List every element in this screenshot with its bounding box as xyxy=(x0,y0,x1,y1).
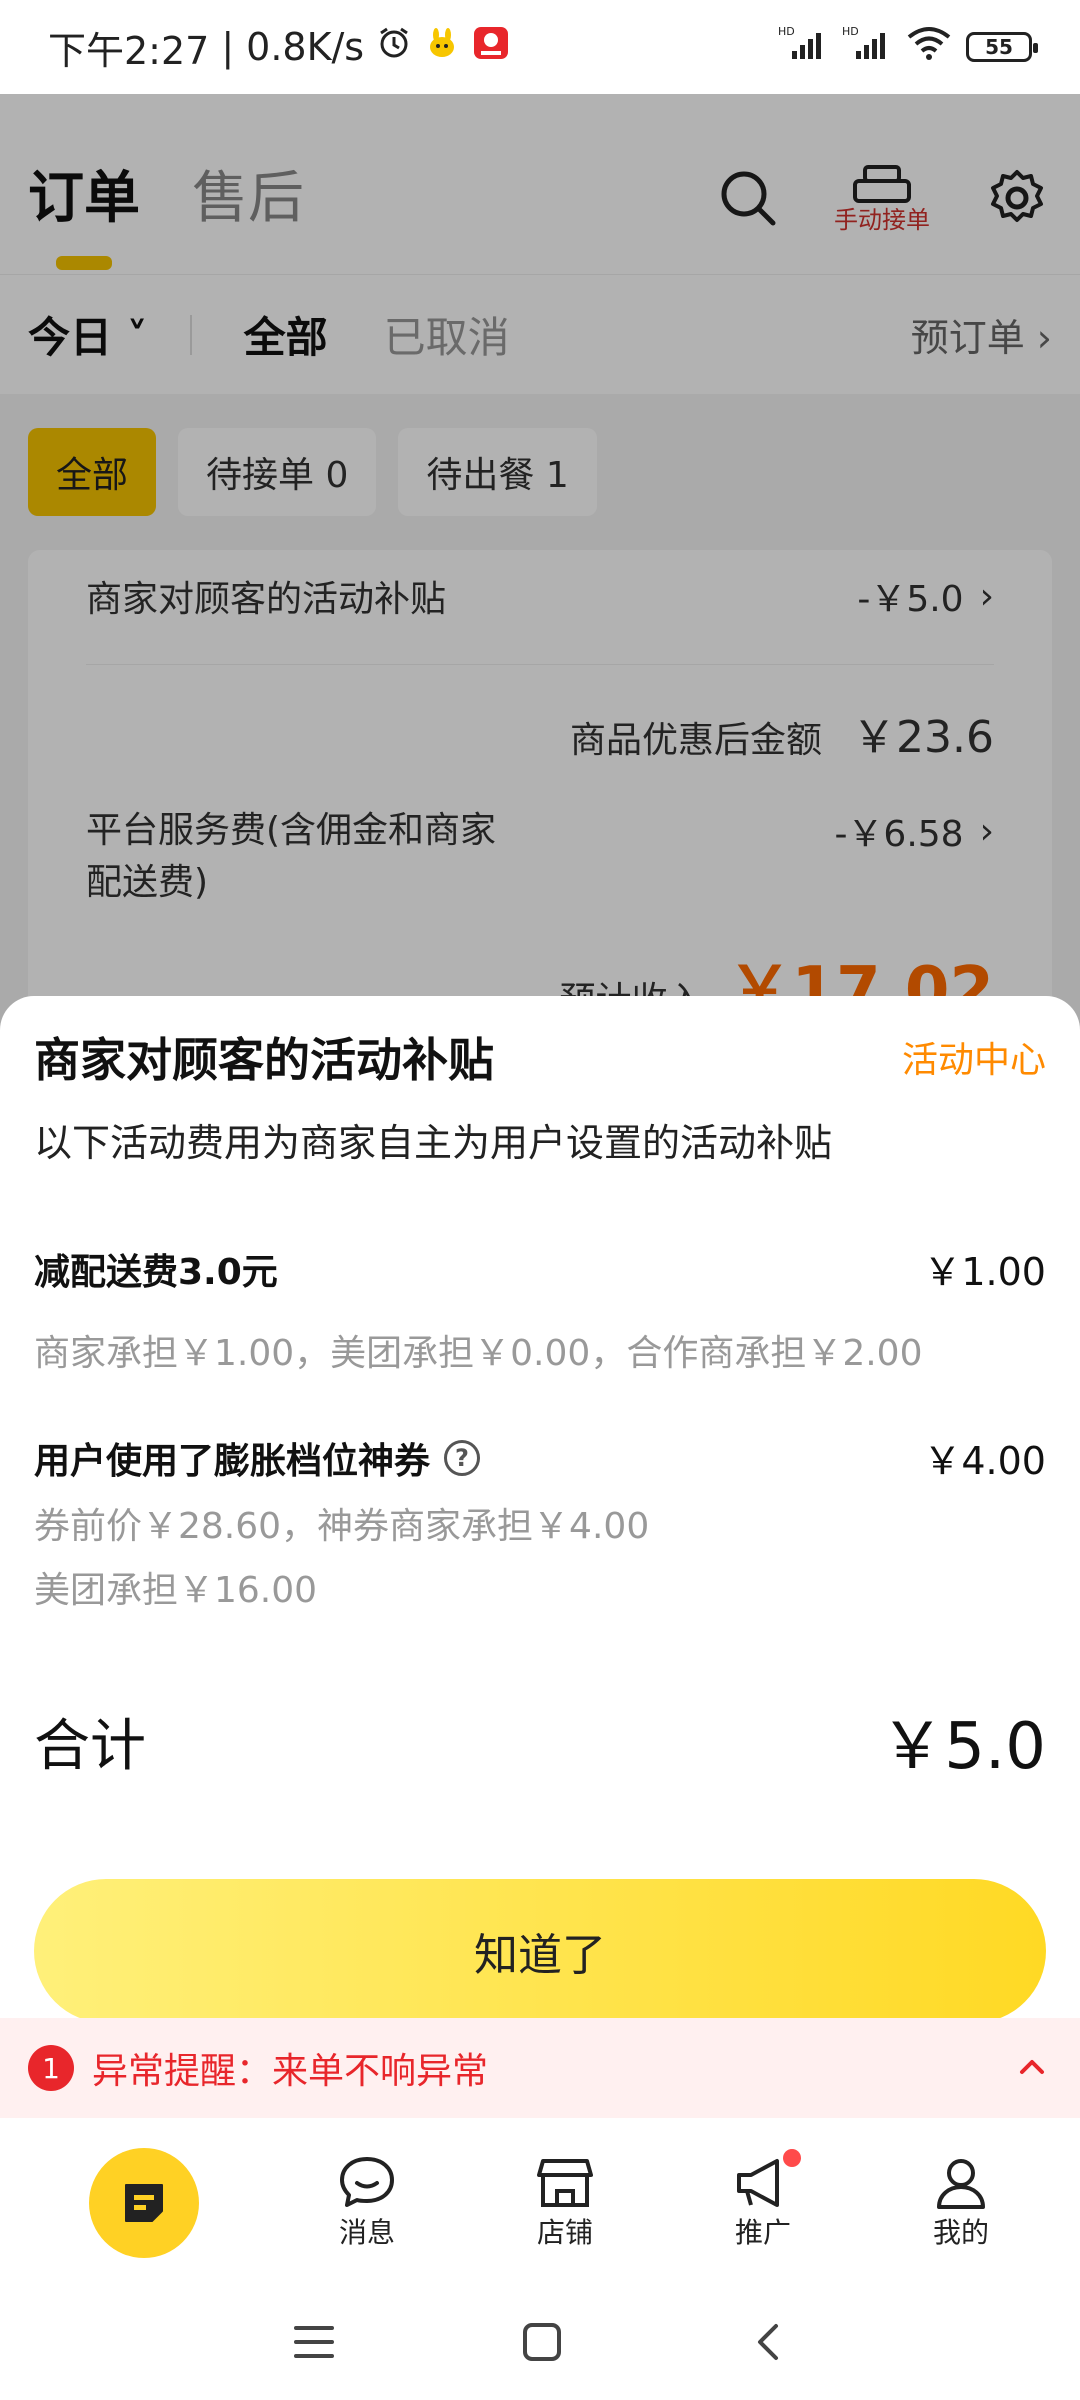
subsidy-item-name: 减配送费3.0元 xyxy=(34,1251,278,1293)
got-it-button[interactable]: 知道了 xyxy=(34,1879,1046,2023)
sheet-description: 以下活动费用为商家自主为用户设置的活动补贴 xyxy=(34,1121,833,1165)
subsidy-item-detail: 券前价￥28.60，神券商家承担￥4.00 xyxy=(34,1506,650,1547)
tab-messages-label: 消息 xyxy=(338,2216,395,2249)
bottom-tab-bar: 消息 店铺 推广 我的 xyxy=(0,2118,1080,2288)
chat-bubble-icon xyxy=(340,2157,394,2207)
tab-store-label: 店铺 xyxy=(536,2216,593,2249)
tab-store[interactable]: 店铺 xyxy=(535,2155,595,2251)
subsidy-item: 用户使用了膨胀档位神券? ￥4.00 券前价￥28.60，神券商家承担￥4.00… xyxy=(34,1430,1046,1623)
sheet-title: 商家对顾客的活动补贴 xyxy=(34,1033,494,1087)
tab-profile[interactable]: 我的 xyxy=(931,2155,991,2251)
notification-dot xyxy=(783,2149,801,2167)
subsidy-item: 减配送费3.0元 ￥1.00 商家承担￥1.00，美团承担￥0.00，合作商承担… xyxy=(34,1241,1046,1386)
help-icon[interactable]: ? xyxy=(444,1439,481,1476)
chevron-up-icon[interactable] xyxy=(1012,2046,1052,2090)
tab-profile-label: 我的 xyxy=(932,2216,989,2249)
back-icon[interactable] xyxy=(748,2320,788,2368)
svg-text:HD: HD xyxy=(842,25,859,38)
total-value: ￥5.0 xyxy=(880,1710,1046,1784)
total-label: 合计 xyxy=(34,1713,146,1779)
signal-icon-2: HD xyxy=(842,25,892,70)
exception-alert-bar[interactable]: 1 异常提醒：来单不响异常 xyxy=(0,2018,1080,2118)
status-time: 下午2:27 xyxy=(48,28,210,73)
signal-icon: HD xyxy=(778,25,828,70)
battery-indicator: 55 xyxy=(966,32,1038,62)
home-square-icon[interactable] xyxy=(520,2320,564,2368)
status-speed: 0.8K/s xyxy=(246,25,365,69)
user-icon xyxy=(937,2159,985,2209)
tab-promotion[interactable]: 推广 xyxy=(733,2149,801,2251)
alarm-icon xyxy=(376,25,412,70)
subsidy-item-name: 用户使用了膨胀档位神券 xyxy=(34,1440,431,1482)
subsidy-bottom-sheet: 商家对顾客的活动补贴 活动中心 以下活动费用为商家自主为用户设置的活动补贴 减配… xyxy=(0,996,1080,2023)
menu-icon[interactable] xyxy=(292,2322,336,2366)
tab-promotion-label: 推广 xyxy=(734,2216,791,2249)
home-orders-button[interactable] xyxy=(89,2148,199,2258)
subsidy-item-detail: 商家承担￥1.00，美团承担￥0.00，合作商承担￥2.00 xyxy=(34,1333,923,1374)
alert-count-badge: 1 xyxy=(28,2045,74,2091)
store-icon xyxy=(537,2159,593,2207)
alert-text: 异常提醒：来单不响异常 xyxy=(92,2051,489,2092)
app-notification-icon-2 xyxy=(472,25,510,70)
system-navigation-bar xyxy=(0,2288,1080,2400)
status-separator: | xyxy=(221,25,235,69)
svg-text:HD: HD xyxy=(778,25,795,38)
wifi-icon xyxy=(906,25,952,70)
screen: 下午2:27 | 0.8K/s HD HD 55 订单 售后 手动接单 今日 ˅… xyxy=(0,0,1080,2400)
tab-messages[interactable]: 消息 xyxy=(337,2155,397,2251)
subsidy-item-detail: 美团承担￥16.00 xyxy=(34,1570,318,1611)
order-note-icon xyxy=(125,2184,163,2222)
total-row: 合计 ￥5.0 xyxy=(34,1695,1046,1787)
subsidy-item-price: ￥1.00 xyxy=(923,1250,1046,1294)
app-notification-icon xyxy=(424,25,460,70)
subsidy-item-price: ￥4.00 xyxy=(923,1439,1046,1483)
status-bar: 下午2:27 | 0.8K/s HD HD 55 xyxy=(0,0,1080,94)
activity-center-link[interactable]: 活动中心 xyxy=(902,1031,1046,1083)
